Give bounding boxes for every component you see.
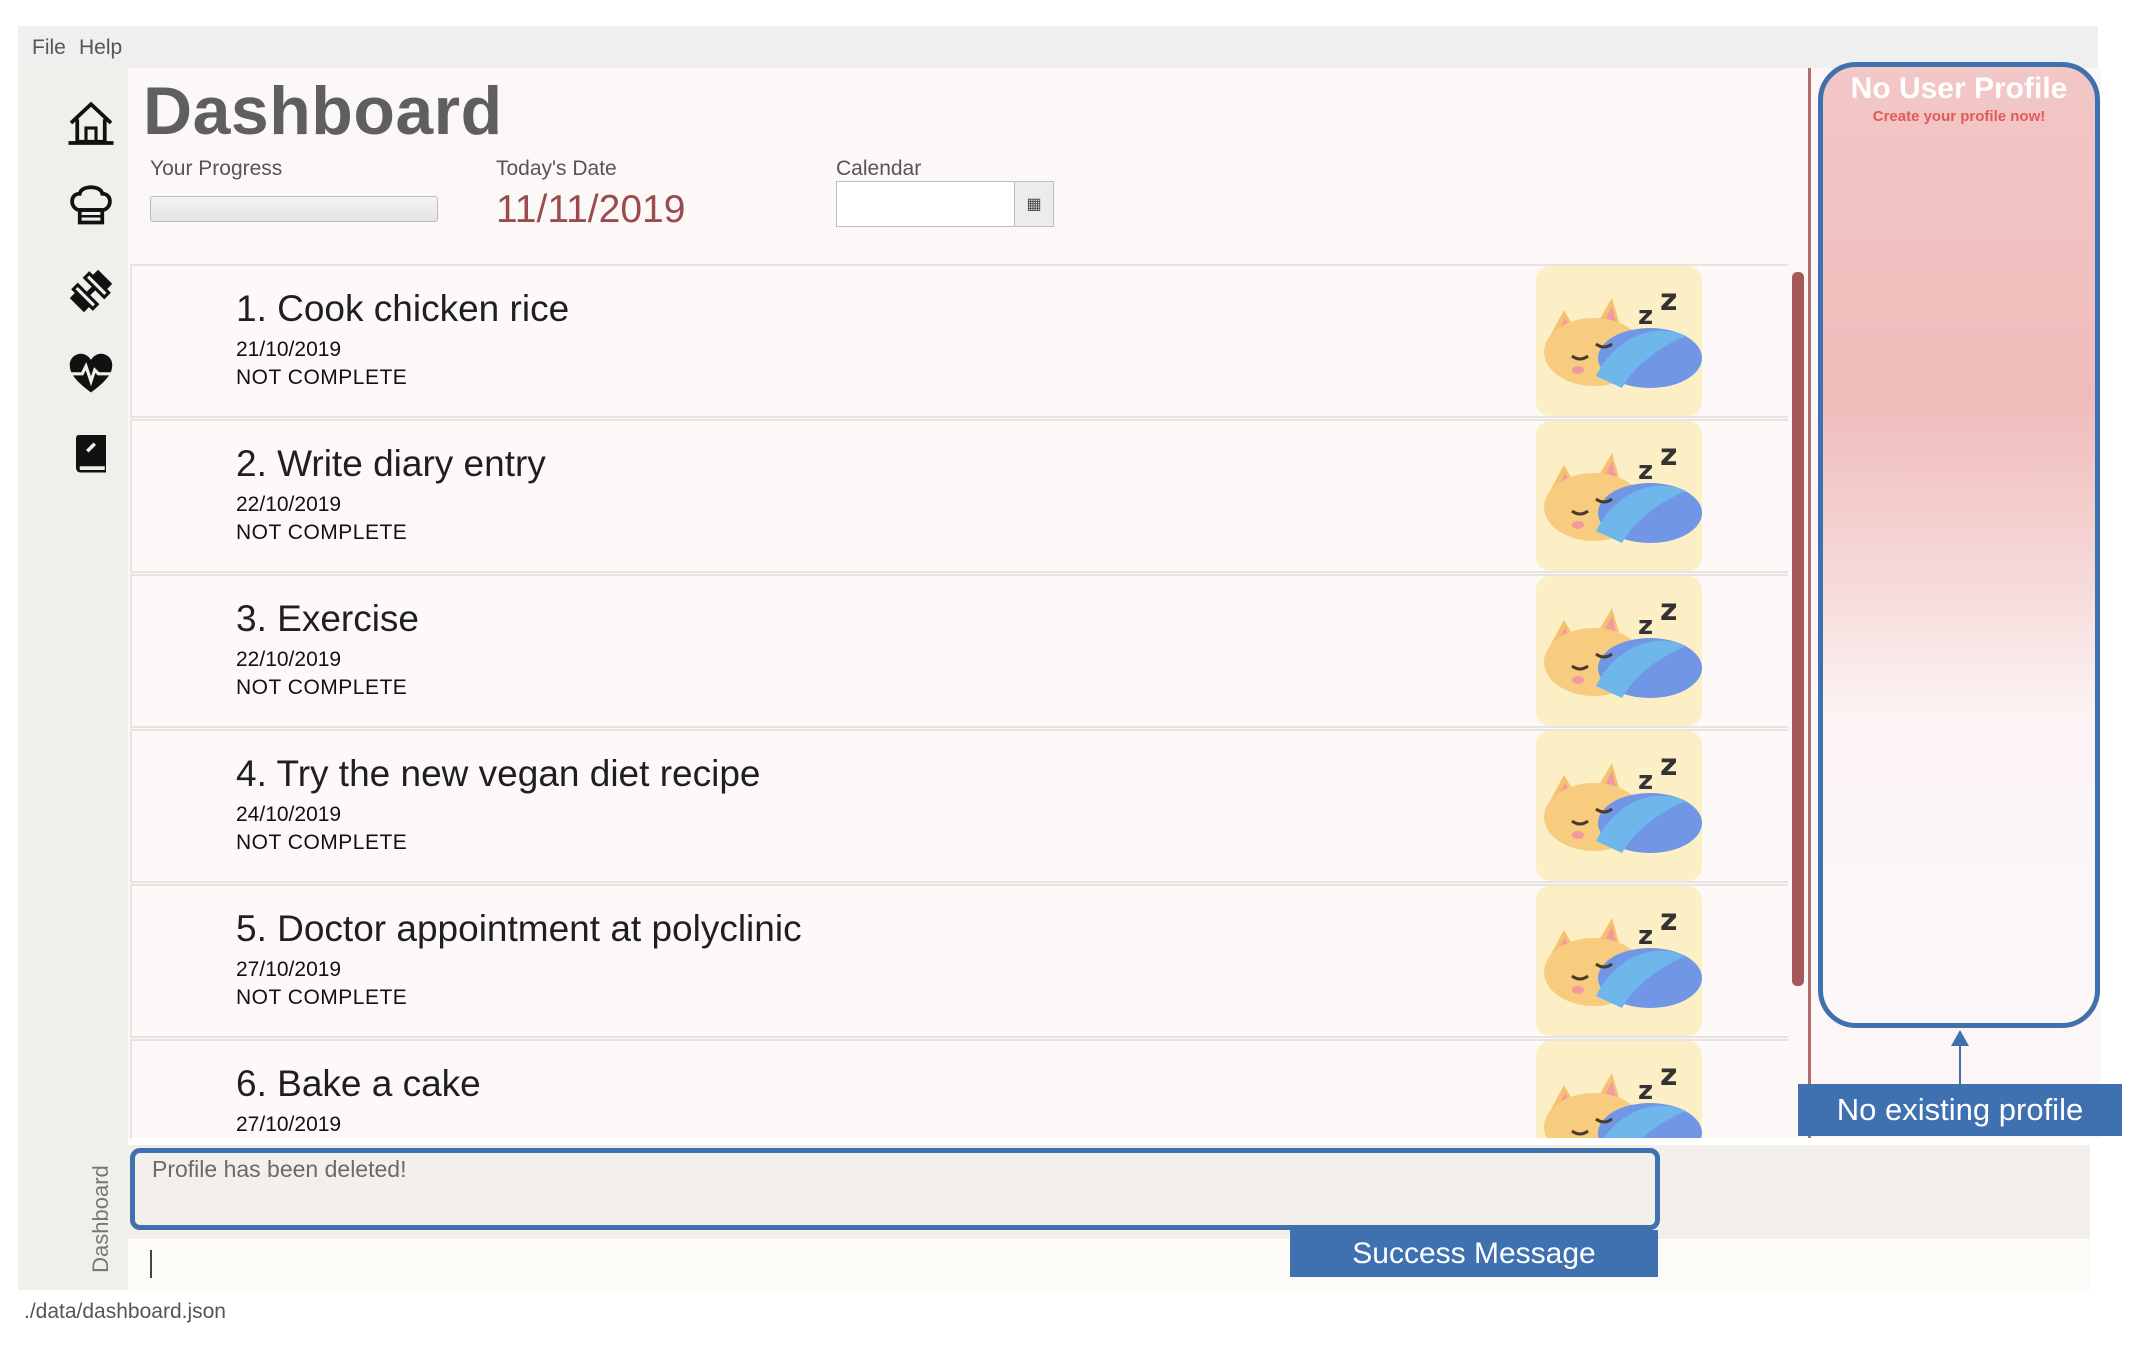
callout-arrow-line — [1959, 1042, 1961, 1084]
task-date: 27/10/2019 — [236, 1113, 342, 1136]
sleeping-cat-icon: z z — [1536, 886, 1702, 1036]
text-caret — [150, 1250, 152, 1278]
sleeping-cat-icon: z z — [1536, 576, 1702, 726]
task-card[interactable]: 6. Bake a cake 27/10/2019 z z — [130, 1039, 1788, 1138]
home-icon[interactable] — [66, 98, 116, 148]
menu-help[interactable]: Help — [79, 36, 122, 60]
menu-bar: File Help — [18, 26, 2098, 68]
task-status: NOT COMPLETE — [236, 521, 408, 544]
task-date: 21/10/2019 — [236, 338, 342, 361]
task-card[interactable]: 4. Try the new vegan diet recipe 24/10/2… — [130, 729, 1788, 883]
todays-date: 11/11/2019 — [496, 188, 686, 231]
sleeping-cat-icon: z z — [1536, 731, 1702, 881]
task-status: NOT COMPLETE — [236, 831, 408, 854]
svg-text:z: z — [1660, 1058, 1677, 1093]
sleeping-cat-icon: z z — [1536, 1041, 1702, 1138]
calendar-icon: ▦ — [1026, 196, 1042, 213]
svg-text:z: z — [1660, 593, 1677, 628]
profile-highlight-outline — [1818, 62, 2100, 1028]
date-label: Today's Date — [496, 157, 617, 180]
task-date: 24/10/2019 — [236, 803, 342, 826]
svg-text:z: z — [1638, 921, 1653, 951]
profile-title: No User Profile — [1850, 72, 2068, 105]
progress-label: Your Progress — [150, 157, 283, 180]
task-card[interactable]: 2. Write diary entry 22/10/2019 NOT COMP… — [130, 419, 1788, 573]
calendar-picker-button[interactable]: ▦ — [1014, 181, 1054, 227]
result-message: Profile has been deleted! — [152, 1156, 407, 1182]
side-tab-label: Dashboard — [88, 1165, 113, 1273]
task-status: NOT COMPLETE — [236, 986, 408, 1009]
svg-text:z: z — [1638, 1076, 1653, 1106]
task-date: 27/10/2019 — [236, 958, 342, 981]
sleeping-cat-icon: z z — [1536, 266, 1702, 416]
page-title: Dashboard — [143, 73, 503, 149]
calendar-input[interactable] — [836, 181, 1016, 227]
success-message-callout: Success Message — [1290, 1230, 1658, 1277]
nav-rail — [18, 68, 128, 1290]
task-title: 5. Doctor appointment at polyclinic — [236, 908, 802, 949]
svg-text:z: z — [1638, 456, 1653, 486]
task-status: NOT COMPLETE — [236, 676, 408, 699]
task-card[interactable]: 5. Doctor appointment at polyclinic 27/1… — [130, 884, 1788, 1038]
task-card[interactable]: 1. Cook chicken rice 21/10/2019 NOT COMP… — [130, 264, 1788, 418]
chef-hat-icon[interactable] — [66, 180, 116, 230]
menu-file[interactable]: File — [32, 36, 66, 60]
svg-text:z: z — [1660, 438, 1677, 473]
task-title: 4. Try the new vegan diet recipe — [236, 753, 761, 794]
dumbbell-icon[interactable] — [66, 266, 116, 316]
sleeping-cat-icon: z z — [1536, 421, 1702, 571]
task-title: 1. Cook chicken rice — [236, 288, 570, 329]
svg-text:z: z — [1638, 611, 1653, 641]
status-bar-path: ./data/dashboard.json — [24, 1300, 226, 1323]
task-list-scrollbar[interactable] — [1792, 272, 1804, 986]
diary-book-icon[interactable] — [66, 430, 116, 480]
task-title: 6. Bake a cake — [236, 1063, 481, 1104]
heartbeat-icon[interactable] — [66, 350, 116, 400]
task-date: 22/10/2019 — [236, 648, 342, 671]
profile-subtitle: Create your profile now! — [1872, 108, 2046, 125]
progress-bar — [150, 196, 438, 222]
svg-text:z: z — [1660, 748, 1677, 783]
svg-text:z: z — [1660, 903, 1677, 938]
task-list[interactable]: 1. Cook chicken rice 21/10/2019 NOT COMP… — [128, 264, 1788, 1138]
calendar-label: Calendar — [836, 157, 922, 180]
svg-text:z: z — [1660, 283, 1677, 318]
task-title: 3. Exercise — [236, 598, 420, 639]
no-profile-callout: No existing profile — [1798, 1084, 2122, 1136]
svg-text:z: z — [1638, 301, 1653, 331]
task-status: NOT COMPLETE — [236, 366, 408, 389]
task-date: 22/10/2019 — [236, 493, 342, 516]
task-card[interactable]: 3. Exercise 22/10/2019 NOT COMPLETE z z — [130, 574, 1788, 728]
svg-text:z: z — [1638, 766, 1653, 796]
task-title: 2. Write diary entry — [236, 443, 546, 484]
command-input[interactable] — [128, 1240, 2090, 1290]
